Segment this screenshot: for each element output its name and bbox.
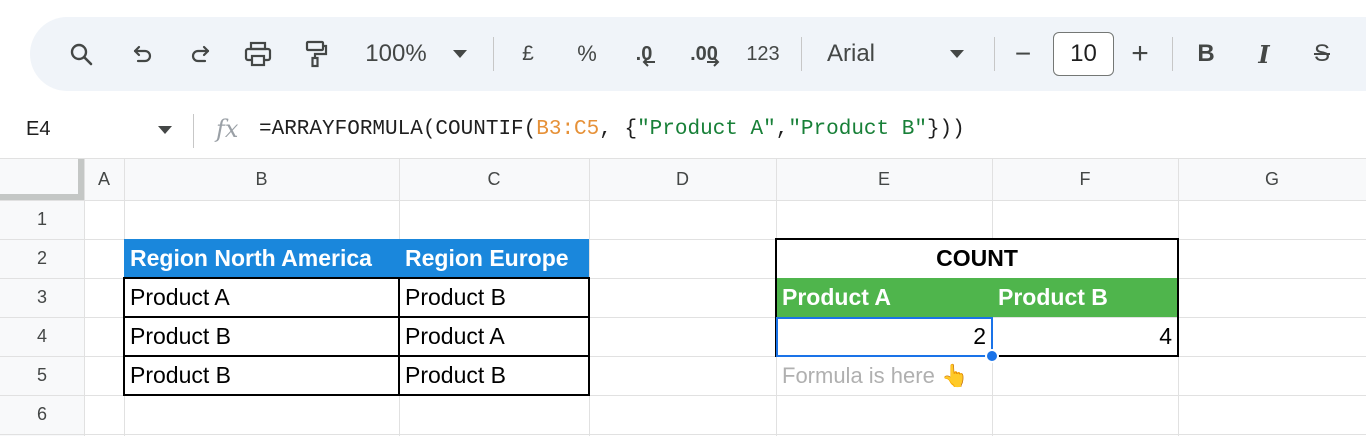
name-box-dropdown-icon[interactable]: [158, 126, 172, 134]
column-header-e[interactable]: E: [776, 158, 992, 200]
column-header-d[interactable]: D: [589, 158, 776, 200]
row-header-6[interactable]: 6: [0, 395, 84, 434]
column-header-f[interactable]: F: [992, 158, 1178, 200]
cell-c2[interactable]: Region Europe: [399, 239, 589, 278]
bold-button[interactable]: B: [1194, 17, 1218, 91]
toolbar-separator: [493, 37, 494, 71]
cell-border: [1177, 238, 1179, 357]
decrease-font-size-button[interactable]: −: [1011, 17, 1035, 91]
formula-part: })): [926, 118, 965, 141]
cell-border: [123, 277, 125, 396]
cell-border: [775, 238, 1179, 240]
toolbar-separator: [994, 37, 995, 71]
row-header-3[interactable]: 3: [0, 278, 84, 317]
row-header-4[interactable]: 4: [0, 317, 84, 356]
search-icon[interactable]: [64, 17, 98, 91]
spreadsheet-grid: A B C D E F G 1 2 3 4 5 6 Region North A…: [0, 158, 1366, 436]
cell-border: [398, 277, 400, 396]
fx-icon: fx: [216, 115, 239, 143]
column-header-g[interactable]: G: [1178, 158, 1366, 200]
fill-handle[interactable]: [985, 349, 999, 363]
toolbar-separator: [801, 37, 802, 71]
cell-c4[interactable]: Product A: [399, 317, 589, 356]
increase-decimal-button[interactable]: .00: [683, 17, 727, 91]
formula-string-literal: "Product B": [788, 118, 927, 141]
cell-c5[interactable]: Product B: [399, 356, 589, 395]
cell-b5[interactable]: Product B: [124, 356, 399, 395]
formula-range-reference: B3:C5: [536, 118, 600, 141]
cell-e2-merged[interactable]: COUNT: [776, 239, 1178, 278]
column-header-b[interactable]: B: [124, 158, 399, 200]
row-header-1[interactable]: 1: [0, 200, 84, 239]
print-icon[interactable]: [241, 17, 275, 91]
row-header-5[interactable]: 5: [0, 356, 84, 395]
cell-f4[interactable]: 4: [992, 317, 1178, 356]
formula-part: =ARRAYFORMULA(COUNTIF(: [259, 118, 537, 141]
percent-format-button[interactable]: %: [572, 17, 602, 91]
toolbar: 100% £ % .0 .00 123 Arial − 10 + B I S: [30, 17, 1366, 91]
undo-icon[interactable]: [127, 17, 157, 91]
cell-b4[interactable]: Product B: [124, 317, 399, 356]
cell-e5-note[interactable]: Formula is here 👆: [776, 356, 992, 395]
column-header-c[interactable]: C: [399, 158, 589, 200]
cell-c3[interactable]: Product B: [399, 278, 589, 317]
italic-button[interactable]: I: [1252, 17, 1276, 91]
paint-format-icon[interactable]: [301, 17, 331, 91]
grid-line: [0, 434, 1366, 435]
formula-part: ,: [775, 118, 789, 141]
cell-border: [123, 355, 590, 357]
cell-border: [123, 277, 590, 279]
cell-e3[interactable]: Product A: [776, 278, 992, 317]
increase-font-size-button[interactable]: +: [1128, 17, 1152, 91]
column-header-a[interactable]: A: [84, 158, 124, 200]
cell-b3[interactable]: Product A: [124, 278, 399, 317]
cell-border: [588, 277, 590, 396]
zoom-dropdown-icon[interactable]: [450, 17, 470, 91]
formula-input[interactable]: =ARRAYFORMULA(COUNTIF(B3:C5, {"Product A…: [259, 118, 965, 141]
currency-format-button[interactable]: £: [515, 17, 541, 91]
cell-f3[interactable]: Product B: [992, 278, 1178, 317]
more-formats-button[interactable]: 123: [743, 17, 783, 91]
formula-bar-separator: [193, 114, 194, 148]
strikethrough-button[interactable]: S: [1310, 17, 1334, 91]
toolbar-separator: [1172, 37, 1173, 71]
font-family-select[interactable]: Arial: [827, 17, 887, 91]
cell-b2[interactable]: Region North America: [124, 239, 399, 278]
cell-border: [123, 316, 590, 318]
arrow-left-icon: [642, 57, 656, 67]
formula-part: , {: [599, 118, 638, 141]
zoom-select[interactable]: 100%: [356, 17, 436, 91]
font-dropdown-icon[interactable]: [947, 17, 967, 91]
row-header-2[interactable]: 2: [0, 239, 84, 278]
redo-icon[interactable]: [186, 17, 216, 91]
font-size-input[interactable]: 10: [1053, 32, 1114, 76]
cell-border: [123, 394, 590, 396]
formula-string-literal: "Product A": [637, 118, 776, 141]
decrease-decimal-button[interactable]: .0: [626, 17, 666, 91]
arrow-right-icon: [706, 57, 720, 67]
grid-line: [0, 200, 1366, 201]
active-cell-selection: [776, 317, 993, 357]
name-box[interactable]: E4: [26, 118, 50, 141]
